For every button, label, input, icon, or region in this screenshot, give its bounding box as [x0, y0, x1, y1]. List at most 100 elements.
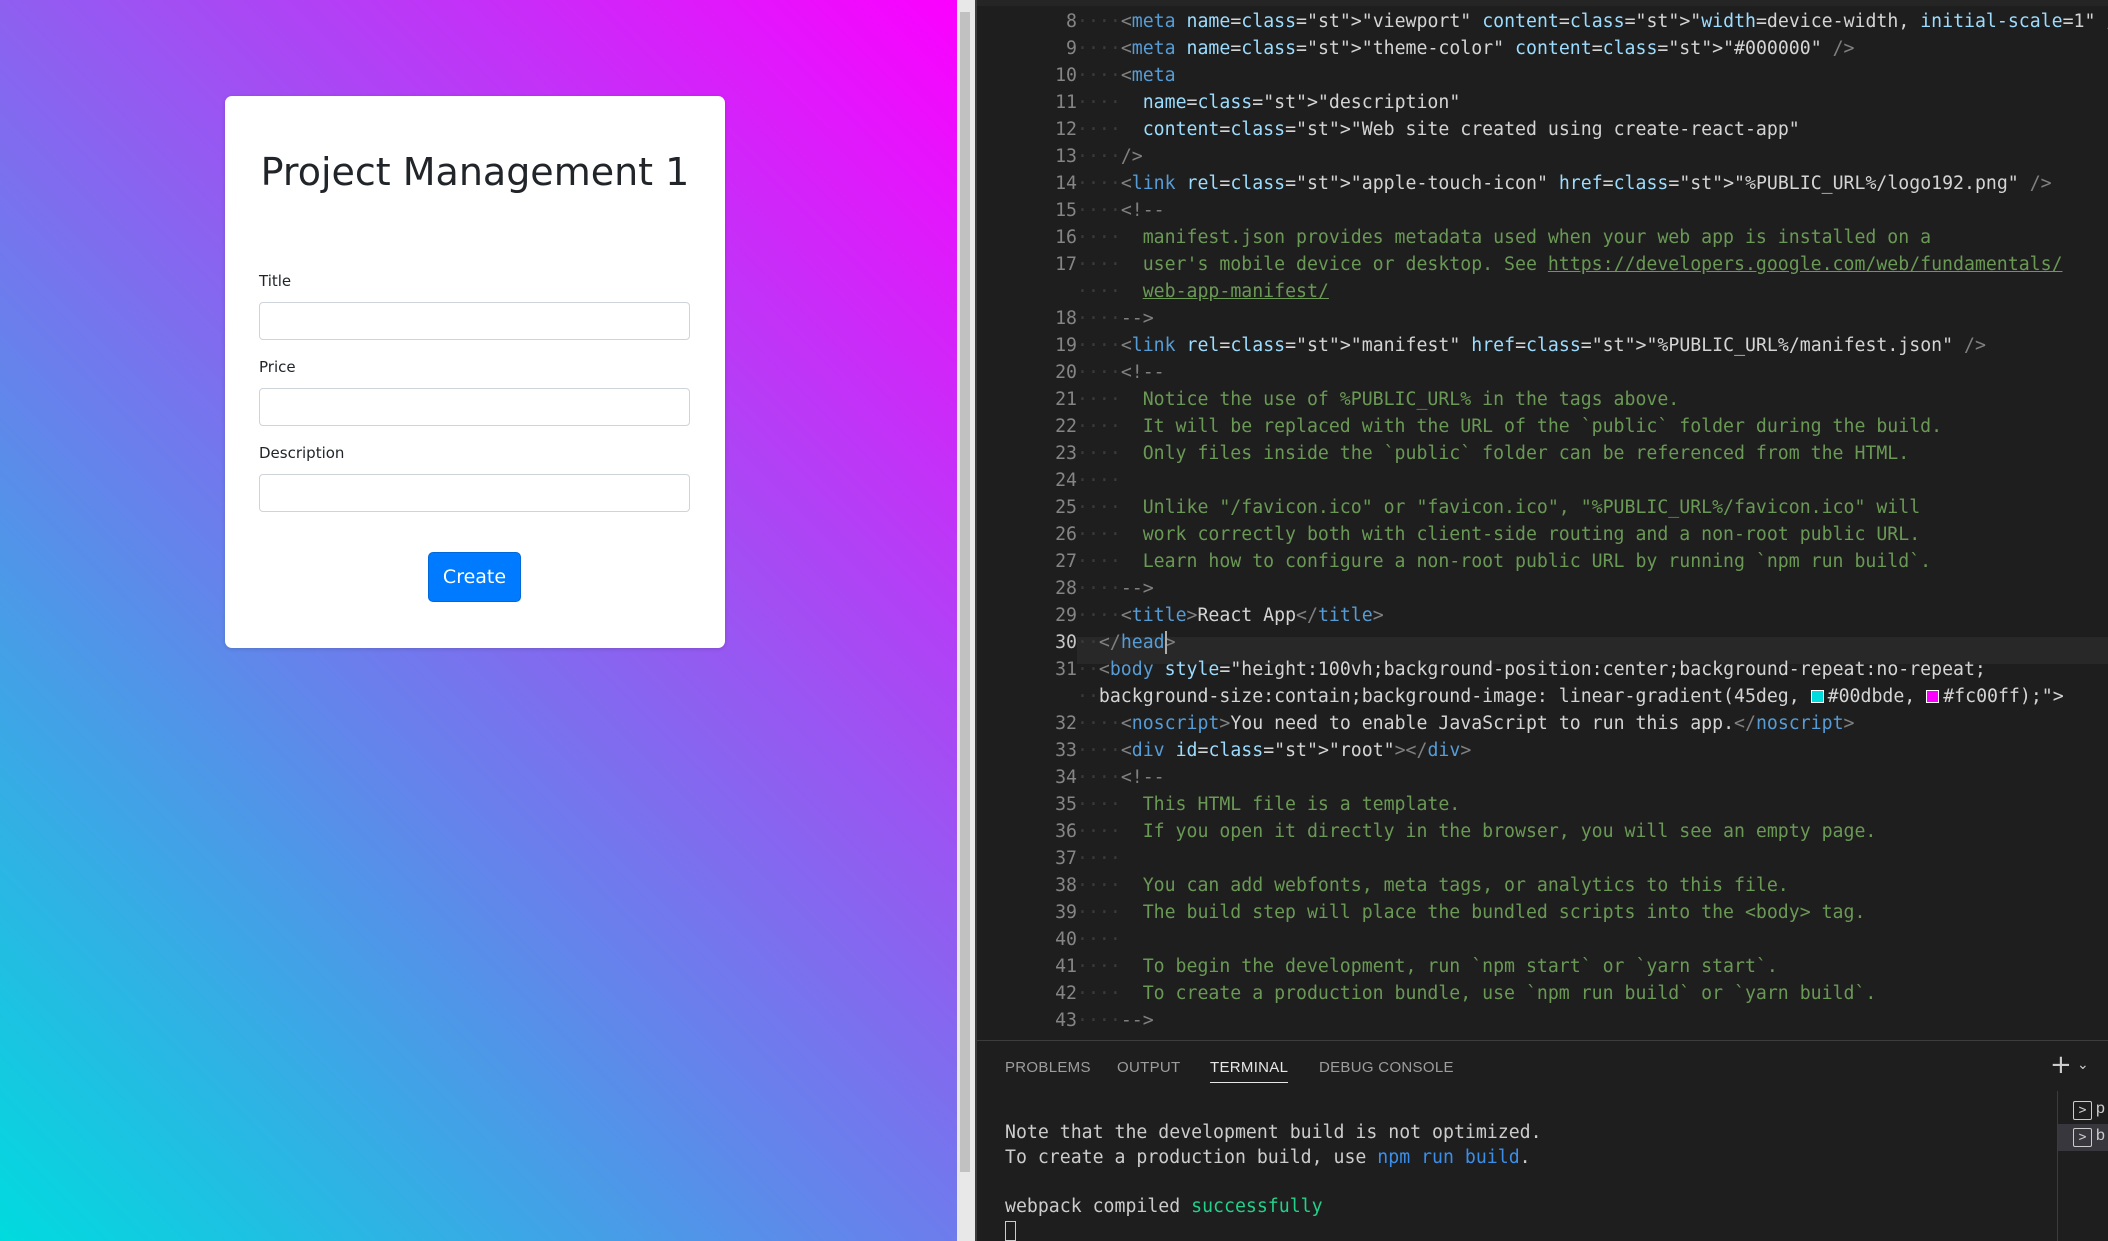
code-line: ···· content=class="st">"Web site create… [1077, 119, 1800, 140]
terminal-line: To create a production build, use npm ru… [1005, 1147, 1531, 1168]
bottom-panel: PROBLEMS OUTPUT TERMINAL DEBUG CONSOLE +… [977, 1040, 2108, 1241]
create-button[interactable]: Create [428, 552, 521, 602]
line-number: 36 [1055, 821, 1077, 842]
line-number: 32 [1055, 713, 1077, 734]
browser-viewport: Project Management 1 Title Price Descrip… [0, 0, 957, 1241]
terminal-status: successfully [1191, 1196, 1323, 1217]
code-line: ···· To create a production bundle, use … [1077, 983, 1877, 1004]
code-line: ···· The build step will place the bundl… [1077, 902, 1866, 923]
code-line: ····--> [1077, 1010, 1154, 1031]
code-line: ····--> [1077, 578, 1154, 599]
code-line: ···· Notice the use of %PUBLIC_URL% in t… [1077, 389, 1680, 410]
line-number: 24 [1055, 470, 1077, 491]
line-number: 14 [1055, 173, 1077, 194]
line-number: 10 [1055, 65, 1077, 86]
code-line: ···· If you open it directly in the brow… [1077, 821, 1877, 842]
code-line: ···· It will be replaced with the URL of… [1077, 416, 1943, 437]
price-input[interactable] [259, 388, 690, 426]
code-line: ····<!-- [1077, 767, 1165, 788]
tab-problems[interactable]: PROBLEMS [1005, 1059, 1091, 1076]
terminal-list-label: p [2096, 1100, 2105, 1117]
tab-output[interactable]: OUTPUT [1117, 1059, 1180, 1076]
terminal-list-label: b [2096, 1127, 2105, 1144]
code-line: ···· name=class="st">"description" [1077, 92, 1461, 113]
code-line: ····<meta name=class="st">"theme-color" … [1077, 38, 1855, 59]
terminal-text: . [1519, 1147, 1531, 1168]
line-number: 8 [1066, 11, 1077, 32]
line-number: 35 [1055, 794, 1077, 815]
text-cursor [1165, 631, 1167, 654]
code-line: ····<!-- [1077, 200, 1165, 221]
tab-debug-console[interactable]: DEBUG CONSOLE [1319, 1059, 1454, 1076]
code-line: ···· You can add webfonts, meta tags, or… [1077, 875, 1789, 896]
line-number: 26 [1055, 524, 1077, 545]
code-line: ····<link rel=class="st">"apple-touch-ic… [1077, 173, 2052, 194]
line-number: 23 [1055, 443, 1077, 464]
terminal-line: Note that the development build is not o… [1005, 1122, 1542, 1143]
code-line: ···· [1077, 929, 1121, 950]
line-number: 9 [1066, 38, 1077, 59]
terminal-text: webpack compiled [1005, 1196, 1192, 1217]
code-line: ····<link rel=class="st">"manifest" href… [1077, 335, 1986, 356]
code-line: ····<noscript>You need to enable JavaScr… [1077, 713, 1855, 734]
terminal-list-item[interactable]: > p [2058, 1097, 2108, 1124]
code-line: ···· user's mobile device or desktop. Se… [1077, 254, 2063, 275]
description-input[interactable] [259, 474, 690, 512]
tab-terminal[interactable]: TERMINAL [1210, 1059, 1289, 1083]
code-line: ···· This HTML file is a template. [1077, 794, 1461, 815]
title-input[interactable] [259, 302, 690, 340]
line-number: 25 [1055, 497, 1077, 518]
line-number: 43 [1055, 1010, 1077, 1031]
title-label: Title [259, 272, 292, 290]
line-number: 18 [1055, 308, 1077, 329]
terminal-list-item[interactable]: > b [2058, 1124, 2108, 1151]
new-terminal-plus-icon[interactable]: + [2050, 1050, 2072, 1080]
scrollbar-thumb[interactable] [960, 12, 970, 1172]
line-number: 40 [1055, 929, 1077, 950]
line-number: 20 [1055, 362, 1077, 383]
code-line: ··</head> [1077, 632, 1176, 653]
line-number: 13 [1055, 146, 1077, 167]
line-number: 29 [1055, 605, 1077, 626]
code-line: ····<title>React App</title> [1077, 605, 1384, 626]
code-line: ···· web-app-manifest/ [1077, 281, 1329, 302]
code-line: ····/> [1077, 146, 1143, 167]
line-number: 39 [1055, 902, 1077, 923]
line-number: 12 [1055, 119, 1077, 140]
color-swatch [1810, 690, 1824, 703]
line-number: 27 [1055, 551, 1077, 572]
line-number: 16 [1055, 227, 1077, 248]
code-line: ···· To begin the development, run `npm … [1077, 956, 1778, 977]
code-line: ···· manifest.json provides metadata use… [1077, 227, 1932, 248]
code-line: ···· work correctly both with client-sid… [1077, 524, 1921, 545]
line-number: 33 [1055, 740, 1077, 761]
code-line: ···· Unlike "/favicon.ico" or "favicon.i… [1077, 497, 1921, 518]
code-line: ···· Learn how to configure a non-root p… [1077, 551, 1932, 572]
code-line: ····<meta [1077, 65, 1176, 86]
code-line: ····<meta name=class="st">"viewport" con… [1077, 11, 2108, 32]
code-line: ····<!-- [1077, 362, 1165, 383]
editor-top-edge [977, 0, 2108, 6]
chevron-down-icon[interactable]: ⌄ [2077, 1057, 2089, 1073]
line-number: 19 [1055, 335, 1077, 356]
price-label: Price [259, 358, 296, 376]
line-number: 37 [1055, 848, 1077, 869]
code-line: ····--> [1077, 308, 1154, 329]
color-swatch [1926, 690, 1940, 703]
terminal-cursor [1005, 1221, 1016, 1241]
code-line: ···· [1077, 848, 1121, 869]
terminal-command: npm run build [1377, 1147, 1520, 1168]
terminal-list: > p > b [2057, 1091, 2108, 1241]
code-line: ··<body style="height:100vh;background-p… [1077, 659, 1986, 680]
line-number: 41 [1055, 956, 1077, 977]
form-title: Project Management 1 [260, 150, 690, 194]
line-number: 28 [1055, 578, 1077, 599]
description-label: Description [259, 444, 345, 462]
code-editor[interactable]: 8 9 10 11 12 13 14 15 16 17 18 19 20 21 22 23 24 25 26 27 28… [977, 0, 2108, 1040]
line-number: 22 [1055, 416, 1077, 437]
line-number: 31 [1055, 659, 1077, 680]
code-line: ···· [1077, 470, 1121, 491]
line-number: 34 [1055, 767, 1077, 788]
line-number: 15 [1055, 200, 1077, 221]
browser-scrollbar[interactable] [957, 0, 975, 1241]
